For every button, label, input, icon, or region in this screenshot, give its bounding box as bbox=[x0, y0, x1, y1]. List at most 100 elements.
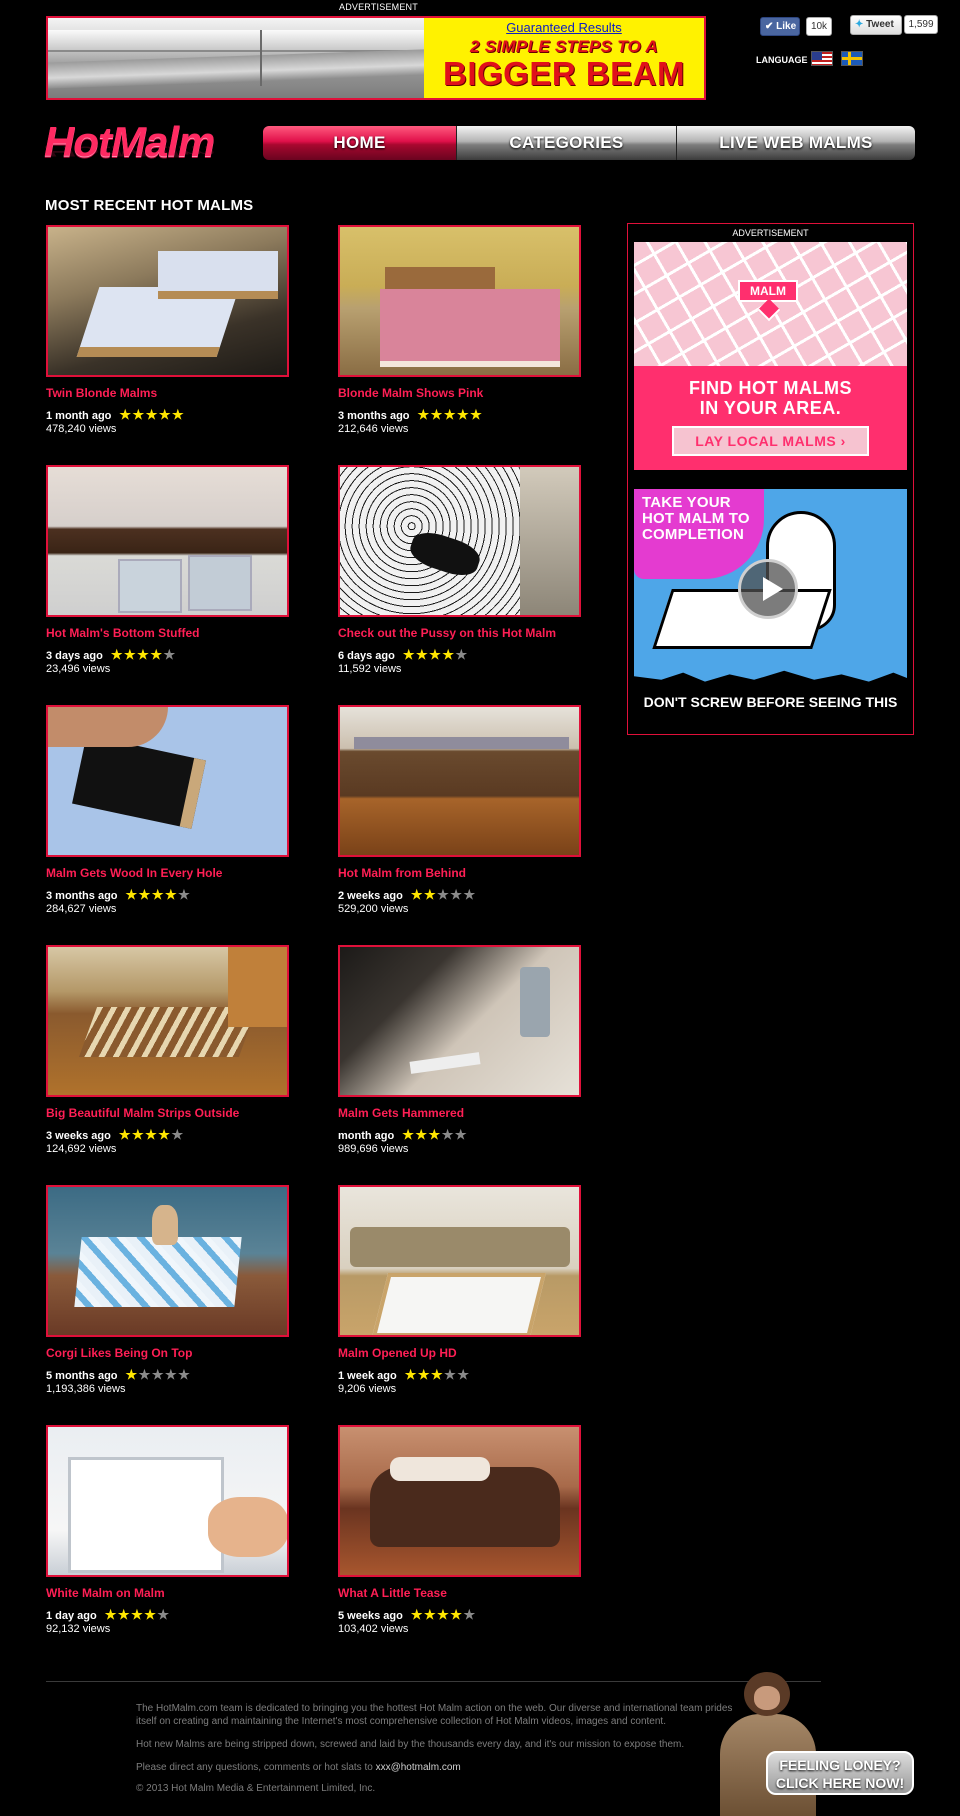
side-ad-label: ADVERTISEMENT bbox=[732, 228, 809, 238]
video-title-link[interactable]: Blonde Malm Shows Pink bbox=[338, 386, 483, 400]
star-rating: ★★★★★ bbox=[411, 1607, 477, 1623]
video-meta: month ago ★★★★★ bbox=[338, 1127, 468, 1143]
beam-ad-image bbox=[48, 18, 424, 98]
star-rating: ★★★★★ bbox=[126, 887, 192, 903]
star-icon: ★ bbox=[151, 887, 165, 902]
like-label: Like bbox=[776, 21, 797, 32]
star-icon: ★ bbox=[151, 1367, 165, 1382]
video-ad-caption: DON'T SCREW BEFORE SEEING THIS bbox=[634, 687, 907, 717]
star-icon: ★ bbox=[443, 407, 457, 422]
star-icon: ★ bbox=[131, 1127, 146, 1142]
beam-ad-text: Guaranteed Results 2 SIMPLE STEPS TO A B… bbox=[424, 18, 704, 98]
video-thumbnail[interactable] bbox=[46, 1425, 289, 1577]
video-age: 1 week ago bbox=[338, 1370, 397, 1382]
cta-line-1: FEELING LONEY? bbox=[779, 1757, 901, 1773]
video-thumbnail[interactable] bbox=[338, 225, 581, 377]
star-icon: ★ bbox=[404, 1367, 418, 1382]
tweet-button[interactable]: ✦ Tweet bbox=[850, 15, 902, 35]
video-age: 1 day ago bbox=[46, 1610, 97, 1622]
video-thumbnail[interactable] bbox=[338, 465, 581, 617]
twitter-bird-icon: ✦ bbox=[855, 19, 864, 30]
star-icon: ★ bbox=[402, 647, 417, 662]
star-icon: ★ bbox=[178, 887, 192, 902]
star-icon: ★ bbox=[437, 1607, 451, 1622]
star-icon: ★ bbox=[441, 1127, 455, 1142]
star-icon: ★ bbox=[138, 1367, 152, 1382]
video-views: 103,402 views bbox=[338, 1623, 409, 1635]
lay-local-malms-button[interactable]: LAY LOCAL MALMS › bbox=[672, 426, 869, 456]
star-icon: ★ bbox=[423, 1607, 438, 1622]
video-title-link[interactable]: Check out the Pussy on this Hot Malm bbox=[338, 626, 556, 640]
star-icon: ★ bbox=[158, 1127, 172, 1142]
star-rating: ★★★★★ bbox=[403, 647, 469, 663]
star-icon: ★ bbox=[417, 1367, 432, 1382]
feeling-loney-button[interactable]: FEELING LONEY? CLICK HERE NOW! bbox=[766, 1751, 914, 1795]
star-icon: ★ bbox=[463, 1607, 477, 1622]
video-title-link[interactable]: Malm Gets Hammered bbox=[338, 1106, 464, 1120]
video-title-link[interactable]: Malm Gets Wood In Every Hole bbox=[46, 866, 222, 880]
star-icon: ★ bbox=[164, 1367, 179, 1382]
contact-email-link[interactable]: xxx@hotmalm.com bbox=[376, 1762, 461, 1773]
video-thumbnail[interactable] bbox=[46, 945, 289, 1097]
play-icon[interactable] bbox=[738, 559, 798, 619]
video-thumbnail[interactable] bbox=[46, 705, 289, 857]
video-age: 3 days ago bbox=[46, 650, 103, 662]
video-meta: 5 months ago ★★★★★ bbox=[46, 1367, 191, 1383]
video-title-link[interactable]: Hot Malm's Bottom Stuffed bbox=[46, 626, 200, 640]
star-rating: ★★★★★ bbox=[418, 407, 484, 423]
star-icon: ★ bbox=[157, 1607, 171, 1622]
cta-line-2: CLICK HERE NOW! bbox=[775, 1775, 905, 1791]
video-thumbnail[interactable] bbox=[338, 705, 581, 857]
section-title: MOST RECENT HOT MALMS bbox=[45, 197, 254, 214]
headline-line-1: FIND HOT MALMS bbox=[689, 378, 852, 398]
tweet-label: Tweet bbox=[866, 19, 894, 30]
us-flag-icon[interactable] bbox=[811, 51, 833, 66]
star-icon: ★ bbox=[158, 407, 173, 422]
find-hot-malms-headline: FIND HOT MALMS IN YOUR AREA. bbox=[634, 378, 907, 418]
video-meta: 3 days ago ★★★★★ bbox=[46, 647, 177, 663]
star-icon: ★ bbox=[410, 1607, 424, 1622]
video-title-link[interactable]: What A Little Tease bbox=[338, 1586, 447, 1600]
top-ad-banner[interactable]: Guaranteed Results 2 SIMPLE STEPS TO A B… bbox=[46, 16, 706, 100]
nav-live-web-malms[interactable]: LIVE WEB MALMS bbox=[677, 126, 915, 160]
star-icon: ★ bbox=[442, 647, 456, 662]
video-thumbnail[interactable] bbox=[338, 945, 581, 1097]
guaranteed-results-link[interactable]: Guaranteed Results bbox=[424, 20, 704, 35]
star-icon: ★ bbox=[470, 407, 484, 422]
nav-live-label: LIVE WEB MALMS bbox=[719, 133, 873, 152]
video-thumbnail[interactable] bbox=[338, 1185, 581, 1337]
video-title-link[interactable]: White Malm on Malm bbox=[46, 1586, 165, 1600]
skyline-silhouette bbox=[634, 670, 907, 687]
completion-video-ad[interactable]: TAKE YOUR HOT MALM TO COMPLETION DON'T S… bbox=[634, 489, 907, 717]
nav-home[interactable]: HOME bbox=[263, 126, 457, 160]
video-title-line-3: COMPLETION bbox=[642, 526, 744, 543]
star-rating: ★★★★★ bbox=[411, 887, 477, 903]
video-title-link[interactable]: Twin Blonde Malms bbox=[46, 386, 157, 400]
map-pin-icon: MALM bbox=[738, 280, 798, 302]
video-thumbnail[interactable] bbox=[46, 1185, 289, 1337]
video-title-link[interactable]: Malm Opened Up HD bbox=[338, 1346, 457, 1360]
star-icon: ★ bbox=[124, 647, 138, 662]
nav-categories[interactable]: CATEGORIES bbox=[457, 126, 677, 160]
video-views: 529,200 views bbox=[338, 903, 409, 915]
video-views: 478,240 views bbox=[46, 423, 117, 435]
video-age: 2 weeks ago bbox=[338, 890, 403, 902]
star-icon: ★ bbox=[431, 1367, 445, 1382]
ad-headline-big: BIGGER BEAM bbox=[442, 55, 685, 92]
video-thumbnail[interactable] bbox=[46, 225, 289, 377]
star-rating: ★★★★★ bbox=[119, 407, 185, 423]
video-thumbnail[interactable] bbox=[338, 1425, 581, 1577]
sweden-flag-icon[interactable] bbox=[841, 51, 863, 66]
video-title-link[interactable]: Big Beautiful Malm Strips Outside bbox=[46, 1106, 239, 1120]
star-icon: ★ bbox=[437, 887, 451, 902]
star-icon: ★ bbox=[171, 1127, 185, 1142]
video-title-link[interactable]: Corgi Likes Being On Top bbox=[46, 1346, 192, 1360]
video-thumbnail[interactable] bbox=[46, 465, 289, 617]
footer-divider bbox=[46, 1681, 821, 1682]
local-malms-ad[interactable]: MALM FIND HOT MALMS IN YOUR AREA. LAY LO… bbox=[634, 242, 907, 470]
star-icon: ★ bbox=[110, 647, 125, 662]
video-title-link[interactable]: Hot Malm from Behind bbox=[338, 866, 466, 880]
star-icon: ★ bbox=[428, 1127, 442, 1142]
facebook-like-button[interactable]: ✔ Like bbox=[760, 17, 800, 36]
star-icon: ★ bbox=[131, 1607, 145, 1622]
